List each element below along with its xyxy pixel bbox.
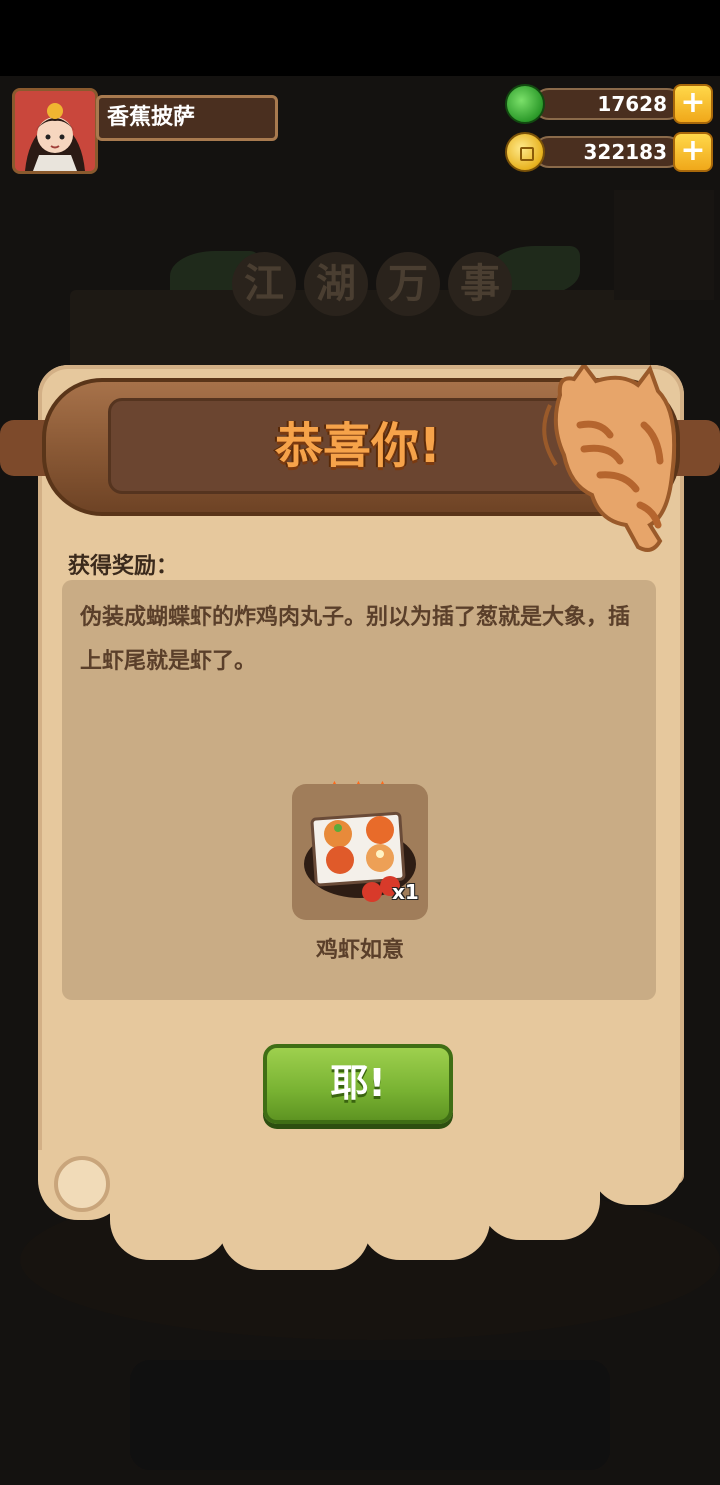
item-name: 鸡虾如意	[315, 938, 404, 963]
background-title-char: 事	[448, 252, 512, 316]
background-title: 江 湖 万 事	[190, 240, 550, 330]
add-coins-button[interactable]: +	[673, 132, 713, 172]
confirm-button[interactable]: 耶!	[263, 1044, 453, 1124]
jade-count: 17628	[533, 88, 683, 120]
background-title-char: 湖	[304, 252, 368, 316]
dialog-drip	[360, 1150, 490, 1260]
coin-icon	[505, 132, 545, 172]
add-jade-button[interactable]: +	[673, 84, 713, 124]
dialog-drip	[480, 1150, 600, 1240]
background-bottom-bar	[130, 1360, 610, 1470]
jade-icon	[505, 84, 545, 124]
dialog-drip	[110, 1150, 230, 1260]
coin-count: 322183	[533, 136, 683, 168]
coin-resource: 322183 +	[505, 132, 715, 172]
player-avatar[interactable]	[12, 88, 98, 174]
dialog-drip	[220, 1150, 370, 1270]
dough-ball-icon	[54, 1156, 110, 1212]
game-screen: 江 湖 万 事 香蕉披萨 17628 + 322183 + 恭喜你! 获得奖励：…	[0, 0, 720, 1485]
item-quantity: x1	[392, 880, 419, 904]
reward-label: 获得奖励：	[68, 554, 179, 579]
player-name: 香蕉披萨	[96, 95, 278, 141]
background-title-char: 江	[232, 252, 296, 316]
jade-resource: 17628 +	[505, 84, 715, 124]
avatar-portrait-icon	[15, 91, 95, 171]
background-house	[614, 190, 714, 300]
background-title-char: 万	[376, 252, 440, 316]
dialog-title: 恭喜你!	[275, 418, 441, 474]
cat-icon	[542, 365, 677, 552]
item-description: 伪装成蝴蝶虾的炸鸡肉丸子。别以为插了葱就是大象，插上虾尾就是虾了。	[80, 605, 631, 674]
